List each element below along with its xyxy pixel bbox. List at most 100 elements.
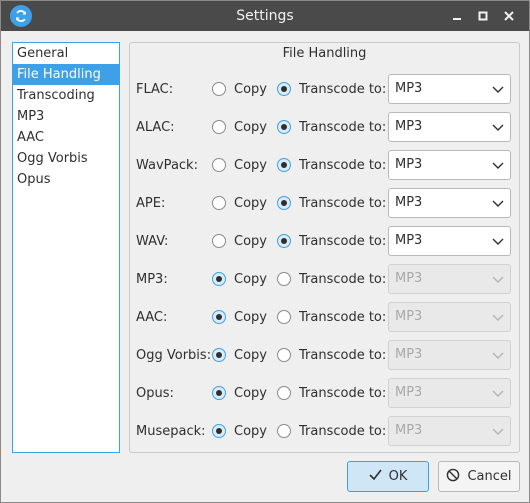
copy-radio[interactable]	[212, 424, 226, 438]
format-row-ogg-vorbis: Ogg Vorbis: Copy Transcode to: MP3	[130, 340, 519, 371]
copy-radio-label[interactable]: Copy	[234, 113, 267, 143]
transcode-target-value: MP3	[395, 309, 423, 324]
transcode-radio[interactable]	[277, 234, 291, 248]
copy-radio-label[interactable]: Copy	[234, 189, 267, 219]
copy-radio[interactable]	[212, 386, 226, 400]
transcode-radio-label[interactable]: Transcode to:	[299, 265, 386, 295]
transcode-radio-label[interactable]: Transcode to:	[299, 75, 386, 105]
transcode-radio-label[interactable]: Transcode to:	[299, 151, 386, 181]
copy-radio[interactable]	[212, 82, 226, 96]
title-bar[interactable]: Settings	[1, 1, 529, 31]
copy-radio[interactable]	[212, 158, 226, 172]
copy-radio-label[interactable]: Copy	[234, 75, 267, 105]
format-row-wavpack: WavPack: Copy Transcode to: MP3	[130, 150, 519, 181]
copy-radio[interactable]	[212, 196, 226, 210]
chevron-down-icon	[492, 159, 504, 171]
format-row-alac: ALAC: Copy Transcode to: MP3	[130, 112, 519, 143]
transcode-target-value: MP3	[395, 271, 423, 286]
format-row-aac: AAC: Copy Transcode to: MP3	[130, 302, 519, 333]
transcode-radio-label[interactable]: Transcode to:	[299, 113, 386, 143]
format-label: MP3:	[136, 272, 168, 287]
format-row-musepack: Musepack: Copy Transcode to: MP3	[130, 416, 519, 447]
transcode-radio[interactable]	[277, 196, 291, 210]
format-row-wav: WAV: Copy Transcode to: MP3	[130, 226, 519, 257]
chevron-down-icon	[492, 121, 504, 133]
ok-button-label: OK	[388, 469, 408, 484]
transcode-target-value: MP3	[395, 423, 423, 438]
chevron-down-icon	[492, 311, 504, 323]
transcode-target-select: MP3	[388, 378, 511, 408]
transcode-radio[interactable]	[277, 348, 291, 362]
format-label: Opus:	[136, 386, 174, 401]
copy-radio[interactable]	[212, 272, 226, 286]
copy-radio-label[interactable]: Copy	[234, 227, 267, 257]
transcode-radio[interactable]	[277, 310, 291, 324]
copy-radio-label[interactable]: Copy	[234, 303, 267, 333]
transcode-radio-label[interactable]: Transcode to:	[299, 303, 386, 333]
copy-radio-label[interactable]: Copy	[234, 151, 267, 181]
format-label: AAC:	[136, 310, 168, 325]
transcode-radio-label[interactable]: Transcode to:	[299, 379, 386, 409]
format-label: WAV:	[136, 234, 169, 249]
copy-radio[interactable]	[212, 310, 226, 324]
transcode-radio[interactable]	[277, 272, 291, 286]
transcode-target-value: MP3	[395, 347, 423, 362]
transcode-target-select[interactable]: MP3	[388, 74, 511, 104]
transcode-radio-label[interactable]: Transcode to:	[299, 417, 386, 447]
sidebar-item-file-handling[interactable]: File Handling	[13, 64, 119, 85]
transcode-target-select: MP3	[388, 302, 511, 332]
minimize-icon[interactable]	[449, 8, 465, 24]
transcode-target-value: MP3	[395, 157, 423, 172]
copy-radio-label[interactable]: Copy	[234, 265, 267, 295]
sidebar-item-opus[interactable]: Opus	[13, 169, 119, 190]
transcode-target-select: MP3	[388, 264, 511, 294]
panel-title: File Handling	[282, 46, 367, 61]
transcode-target-select[interactable]: MP3	[388, 226, 511, 256]
chevron-down-icon	[492, 425, 504, 437]
format-row-opus: Opus: Copy Transcode to: MP3	[130, 378, 519, 409]
transcode-target-value: MP3	[395, 385, 423, 400]
sidebar-item-general[interactable]: General	[13, 43, 119, 64]
copy-radio[interactable]	[212, 348, 226, 362]
transcode-radio-label[interactable]: Transcode to:	[299, 227, 386, 257]
format-label: Ogg Vorbis:	[136, 348, 212, 363]
cancel-button[interactable]: Cancel	[438, 461, 520, 492]
sidebar-item-ogg-vorbis[interactable]: Ogg Vorbis	[13, 148, 119, 169]
transcode-radio-label[interactable]: Transcode to:	[299, 341, 386, 371]
copy-radio-label[interactable]: Copy	[234, 341, 267, 371]
copy-radio[interactable]	[212, 120, 226, 134]
ok-button[interactable]: OK	[347, 461, 429, 492]
sidebar-item-aac[interactable]: AAC	[13, 127, 119, 148]
close-icon[interactable]	[501, 8, 517, 24]
maximize-icon[interactable]	[475, 8, 491, 24]
transcode-radio-label[interactable]: Transcode to:	[299, 189, 386, 219]
copy-radio-label[interactable]: Copy	[234, 417, 267, 447]
chevron-down-icon	[492, 235, 504, 247]
transcode-radio[interactable]	[277, 386, 291, 400]
settings-category-list: General File Handling Transcoding MP3 AA…	[12, 42, 120, 453]
checkmark-icon	[369, 469, 382, 484]
format-label: ALAC:	[136, 120, 175, 135]
transcode-target-select: MP3	[388, 416, 511, 446]
file-handling-panel: File Handling FLAC: Copy Transcode to: MP3 A…	[129, 42, 520, 453]
transcode-target-select[interactable]: MP3	[388, 188, 511, 218]
copy-radio-label[interactable]: Copy	[234, 379, 267, 409]
sidebar-item-mp3[interactable]: MP3	[13, 106, 119, 127]
transcode-target-value: MP3	[395, 81, 423, 96]
copy-radio[interactable]	[212, 234, 226, 248]
transcode-target-select[interactable]: MP3	[388, 112, 511, 142]
transcode-radio[interactable]	[277, 158, 291, 172]
cancel-icon	[446, 468, 460, 486]
format-row-flac: FLAC: Copy Transcode to: MP3	[130, 74, 519, 105]
sidebar-item-transcoding[interactable]: Transcoding	[13, 85, 119, 106]
transcode-radio[interactable]	[277, 120, 291, 134]
transcode-target-select[interactable]: MP3	[388, 150, 511, 180]
format-label: APE:	[136, 196, 166, 211]
transcode-target-select: MP3	[388, 340, 511, 370]
transcode-target-value: MP3	[395, 195, 423, 210]
transcode-radio[interactable]	[277, 424, 291, 438]
transcode-target-value: MP3	[395, 233, 423, 248]
cancel-button-label: Cancel	[467, 469, 512, 484]
format-label: Musepack:	[136, 424, 206, 439]
transcode-radio[interactable]	[277, 82, 291, 96]
